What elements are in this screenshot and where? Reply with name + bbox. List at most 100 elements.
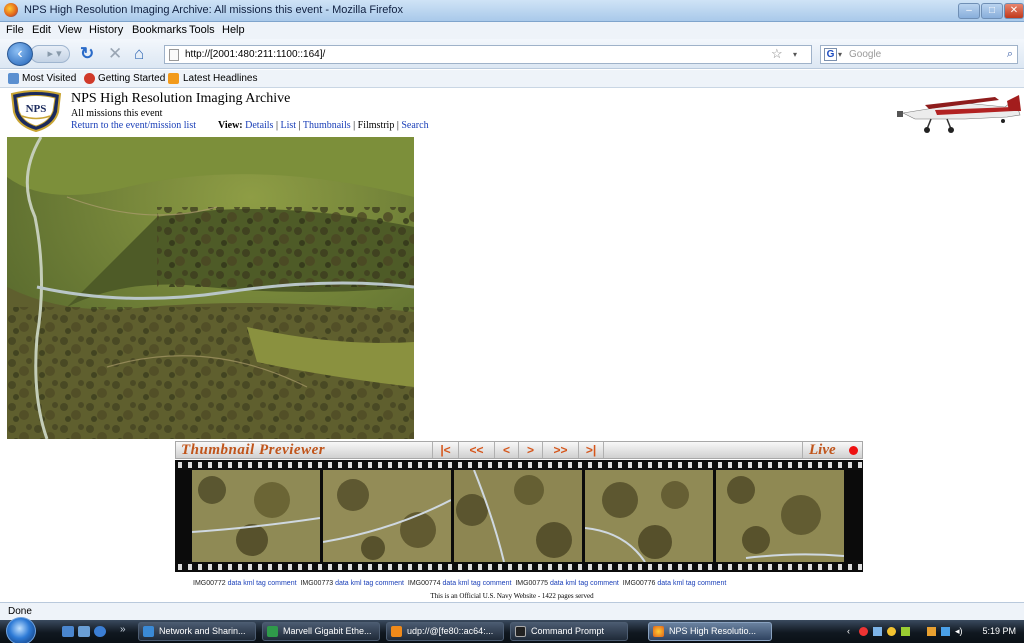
menu-file[interactable]: File — [6, 24, 24, 36]
history-dropdown-icon[interactable]: ▾ — [793, 46, 797, 63]
tray-monitor-icon[interactable] — [941, 627, 950, 636]
kml-link[interactable]: kml — [458, 580, 469, 587]
taskbar-item[interactable]: Command Prompt — [510, 622, 628, 641]
live-toggle[interactable]: Live — [802, 442, 862, 458]
bookmark-star-icon[interactable]: ☆ — [771, 45, 783, 62]
menu-edit[interactable]: Edit — [32, 24, 51, 36]
return-to-list-link[interactable]: Return to the event/mission list — [71, 120, 196, 131]
volume-icon[interactable]: ◂) — [955, 622, 963, 641]
previous-frame-button[interactable]: < — [494, 442, 518, 458]
page-icon — [169, 49, 179, 61]
comment-link[interactable]: comment — [590, 580, 619, 587]
nps-seal-logo: NPS — [10, 90, 62, 132]
kml-link[interactable]: kml — [566, 580, 577, 587]
footer-note: This is an Official U.S. Navy Website - … — [430, 592, 594, 600]
image-id: IMG00776 — [622, 580, 656, 587]
getting-started-icon — [84, 73, 95, 84]
tray-updates-icon[interactable] — [901, 627, 910, 636]
taskbar-item-active[interactable]: NPS High Resolutio... — [648, 622, 772, 641]
comment-link[interactable]: comment — [268, 580, 297, 587]
kml-link[interactable]: kml — [351, 580, 362, 587]
data-link[interactable]: data — [550, 580, 564, 587]
clock[interactable]: 5:19 PM — [982, 622, 1016, 641]
search-icon[interactable]: ⌕ — [1007, 46, 1013, 63]
url-bar[interactable]: http://[2001:480:211:1100::164]/ ☆ ▾ — [164, 45, 812, 64]
filmstrip-thumbnail[interactable] — [192, 470, 320, 562]
site-title: NPS High Resolution Imaging Archive — [71, 91, 291, 106]
menu-history[interactable]: History — [89, 24, 123, 36]
bookmark-getting-started[interactable]: Getting Started — [98, 73, 165, 84]
back-button[interactable]: ‹ — [7, 42, 33, 66]
filmstrip-thumbnail[interactable] — [716, 470, 844, 562]
menu-view[interactable]: View — [58, 24, 82, 36]
filmstrip — [175, 460, 863, 572]
forward-button[interactable]: ▸ ▾ — [30, 45, 70, 63]
url-text: http://[2001:480:211:1100::164]/ — [185, 49, 326, 60]
airplane-image — [897, 95, 1021, 133]
menu-help[interactable]: Help — [222, 24, 245, 36]
filmstrip-thumbnail[interactable] — [323, 470, 451, 562]
tag-link[interactable]: tag — [471, 580, 481, 587]
next-frame-button[interactable]: > — [518, 442, 542, 458]
view-details-link[interactable]: Details — [245, 120, 273, 131]
taskbar: » Network and Sharin... Marvell Gigabit … — [0, 617, 1024, 643]
internet-explorer-icon[interactable] — [94, 626, 106, 637]
comment-link[interactable]: comment — [483, 580, 512, 587]
tray-shield-icon[interactable] — [927, 627, 936, 636]
firefox-icon — [4, 3, 18, 17]
bookmark-latest-headlines[interactable]: Latest Headlines — [183, 73, 258, 84]
rewind-button[interactable]: << — [458, 442, 494, 458]
maximize-button[interactable]: □ — [981, 3, 1003, 19]
search-box[interactable]: G ▾ Google ⌕ — [820, 45, 1018, 64]
google-icon[interactable]: G — [824, 48, 837, 61]
stop-icon[interactable]: ✕ — [108, 45, 122, 63]
kml-link[interactable]: kml — [673, 580, 684, 587]
switch-windows-icon[interactable] — [78, 626, 90, 637]
thumbnail-captions: IMG00772 data kml tag comment IMG00773 d… — [193, 580, 726, 587]
show-desktop-icon[interactable] — [62, 626, 74, 637]
engine-dropdown-icon[interactable]: ▾ — [838, 46, 842, 63]
menu-tools[interactable]: Tools — [189, 24, 215, 36]
minimize-button[interactable]: – — [958, 3, 980, 19]
filmstrip-thumbnail[interactable] — [454, 470, 582, 562]
data-link[interactable]: data — [335, 580, 349, 587]
close-button[interactable]: ✕ — [1004, 3, 1024, 19]
tray-network-icon[interactable] — [873, 627, 882, 636]
filmstrip-thumbnail[interactable] — [585, 470, 713, 562]
tag-link[interactable]: tag — [578, 580, 588, 587]
tray-expand-icon[interactable]: ‹ — [847, 622, 850, 641]
tray-security-icon[interactable] — [859, 627, 868, 636]
view-list-link[interactable]: List — [280, 120, 296, 131]
fast-forward-button[interactable]: >> — [542, 442, 578, 458]
comment-link[interactable]: comment — [698, 580, 727, 587]
home-icon[interactable]: ⌂ — [134, 45, 144, 63]
view-search-link[interactable]: Search — [401, 120, 428, 131]
menu-bar: File Edit View History Bookmarks Tools H… — [0, 22, 1024, 39]
start-button[interactable] — [6, 617, 36, 643]
taskbar-item[interactable]: Network and Sharin... — [138, 622, 256, 641]
aerial-photo-main[interactable] — [7, 137, 414, 439]
data-link[interactable]: data — [228, 580, 242, 587]
rss-feed-icon — [168, 73, 179, 84]
system-tray: ‹ ◂) 5:19 PM — [845, 622, 1024, 641]
taskbar-item[interactable]: udp://@[fe80::ac64:... — [386, 622, 504, 641]
data-link[interactable]: data — [443, 580, 457, 587]
tray-app-icon[interactable] — [887, 627, 896, 636]
image-id: IMG00773 — [300, 580, 334, 587]
view-thumbnails-link[interactable]: Thumbnails — [303, 120, 351, 131]
menu-bookmarks[interactable]: Bookmarks — [132, 24, 187, 36]
view-filmstrip-current: Filmstrip — [357, 120, 395, 131]
tag-link[interactable]: tag — [256, 580, 266, 587]
reload-icon[interactable]: ↻ — [80, 45, 94, 63]
tag-link[interactable]: tag — [364, 580, 374, 587]
taskbar-item[interactable]: Marvell Gigabit Ethe... — [262, 622, 380, 641]
first-frame-button[interactable]: |< — [432, 442, 458, 458]
caption-item: IMG00775 data kml tag comment — [515, 580, 619, 587]
data-link[interactable]: data — [657, 580, 671, 587]
quick-launch-overflow-icon[interactable]: » — [120, 624, 126, 635]
last-frame-button[interactable]: >| — [578, 442, 604, 458]
tag-link[interactable]: tag — [686, 580, 696, 587]
bookmark-most-visited[interactable]: Most Visited — [22, 73, 76, 84]
kml-link[interactable]: kml — [243, 580, 254, 587]
comment-link[interactable]: comment — [375, 580, 404, 587]
